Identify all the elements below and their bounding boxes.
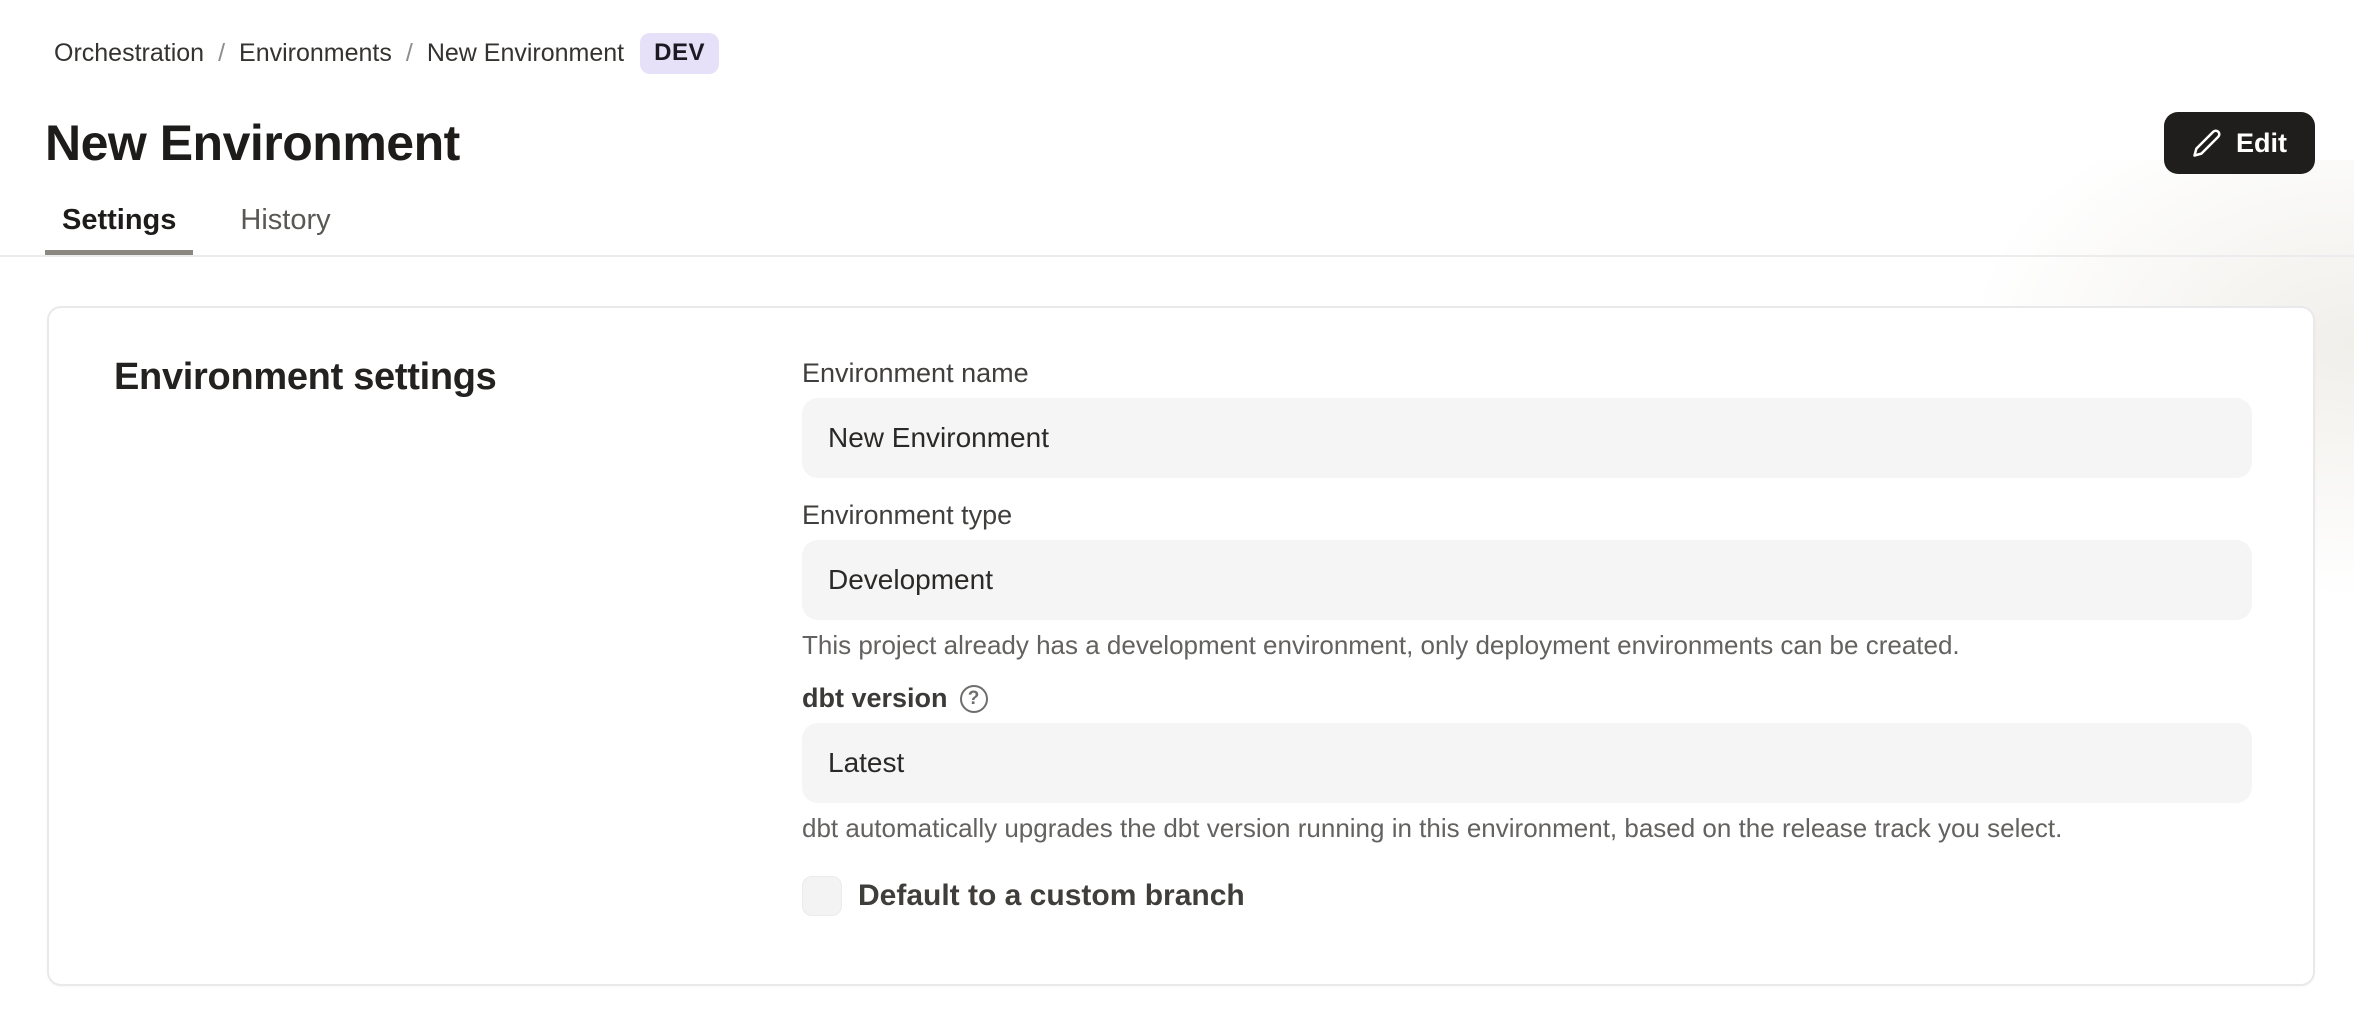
pencil-icon [2192, 128, 2222, 158]
dbt-version-helper: dbt automatically upgrades the dbt versi… [802, 813, 2252, 844]
custom-branch-row: Default to a custom branch [802, 876, 2252, 916]
breadcrumb-new-environment[interactable]: New Environment [427, 39, 624, 68]
field-dbt-version: dbt version ? dbt automatically upgrades… [802, 683, 2252, 844]
environment-type-helper: This project already has a development e… [802, 630, 2252, 661]
tab-bar: Settings History [45, 204, 2354, 255]
tab-history[interactable]: History [223, 204, 347, 255]
breadcrumb-environments[interactable]: Environments [239, 39, 392, 68]
custom-branch-checkbox[interactable] [802, 876, 842, 916]
environment-settings-card: Environment settings Environment name En… [47, 306, 2315, 986]
edit-button[interactable]: Edit [2164, 112, 2315, 174]
tab-settings[interactable]: Settings [45, 204, 193, 255]
new-environment-page: Orchestration / Environments / New Envir… [0, 0, 2354, 986]
tab-bar-divider [0, 255, 2354, 257]
environment-type-label: Environment type [802, 500, 2252, 531]
field-environment-name: Environment name [802, 358, 2252, 478]
breadcrumb: Orchestration / Environments / New Envir… [0, 0, 2354, 74]
dbt-version-label: dbt version ? [802, 683, 2252, 714]
breadcrumb-separator: / [406, 39, 413, 68]
custom-branch-label[interactable]: Default to a custom branch [858, 879, 1245, 913]
environment-type-input[interactable] [802, 540, 2252, 620]
card-form-column: Environment name Environment type This p… [802, 308, 2252, 984]
page-title: New Environment [45, 114, 460, 172]
breadcrumb-orchestration[interactable]: Orchestration [54, 39, 204, 68]
environment-name-label: Environment name [802, 358, 2252, 389]
dbt-version-input[interactable] [802, 723, 2252, 803]
card-heading-column: Environment settings [49, 308, 802, 984]
environment-name-input[interactable] [802, 398, 2252, 478]
card-heading: Environment settings [114, 356, 802, 399]
breadcrumb-separator: / [218, 39, 225, 68]
field-environment-type: Environment type This project already ha… [802, 500, 2252, 661]
edit-button-label: Edit [2236, 128, 2287, 159]
dev-badge: DEV [640, 33, 719, 74]
dbt-version-label-text: dbt version [802, 683, 948, 714]
help-icon[interactable]: ? [960, 685, 988, 713]
page-header: New Environment Edit [0, 74, 2354, 174]
